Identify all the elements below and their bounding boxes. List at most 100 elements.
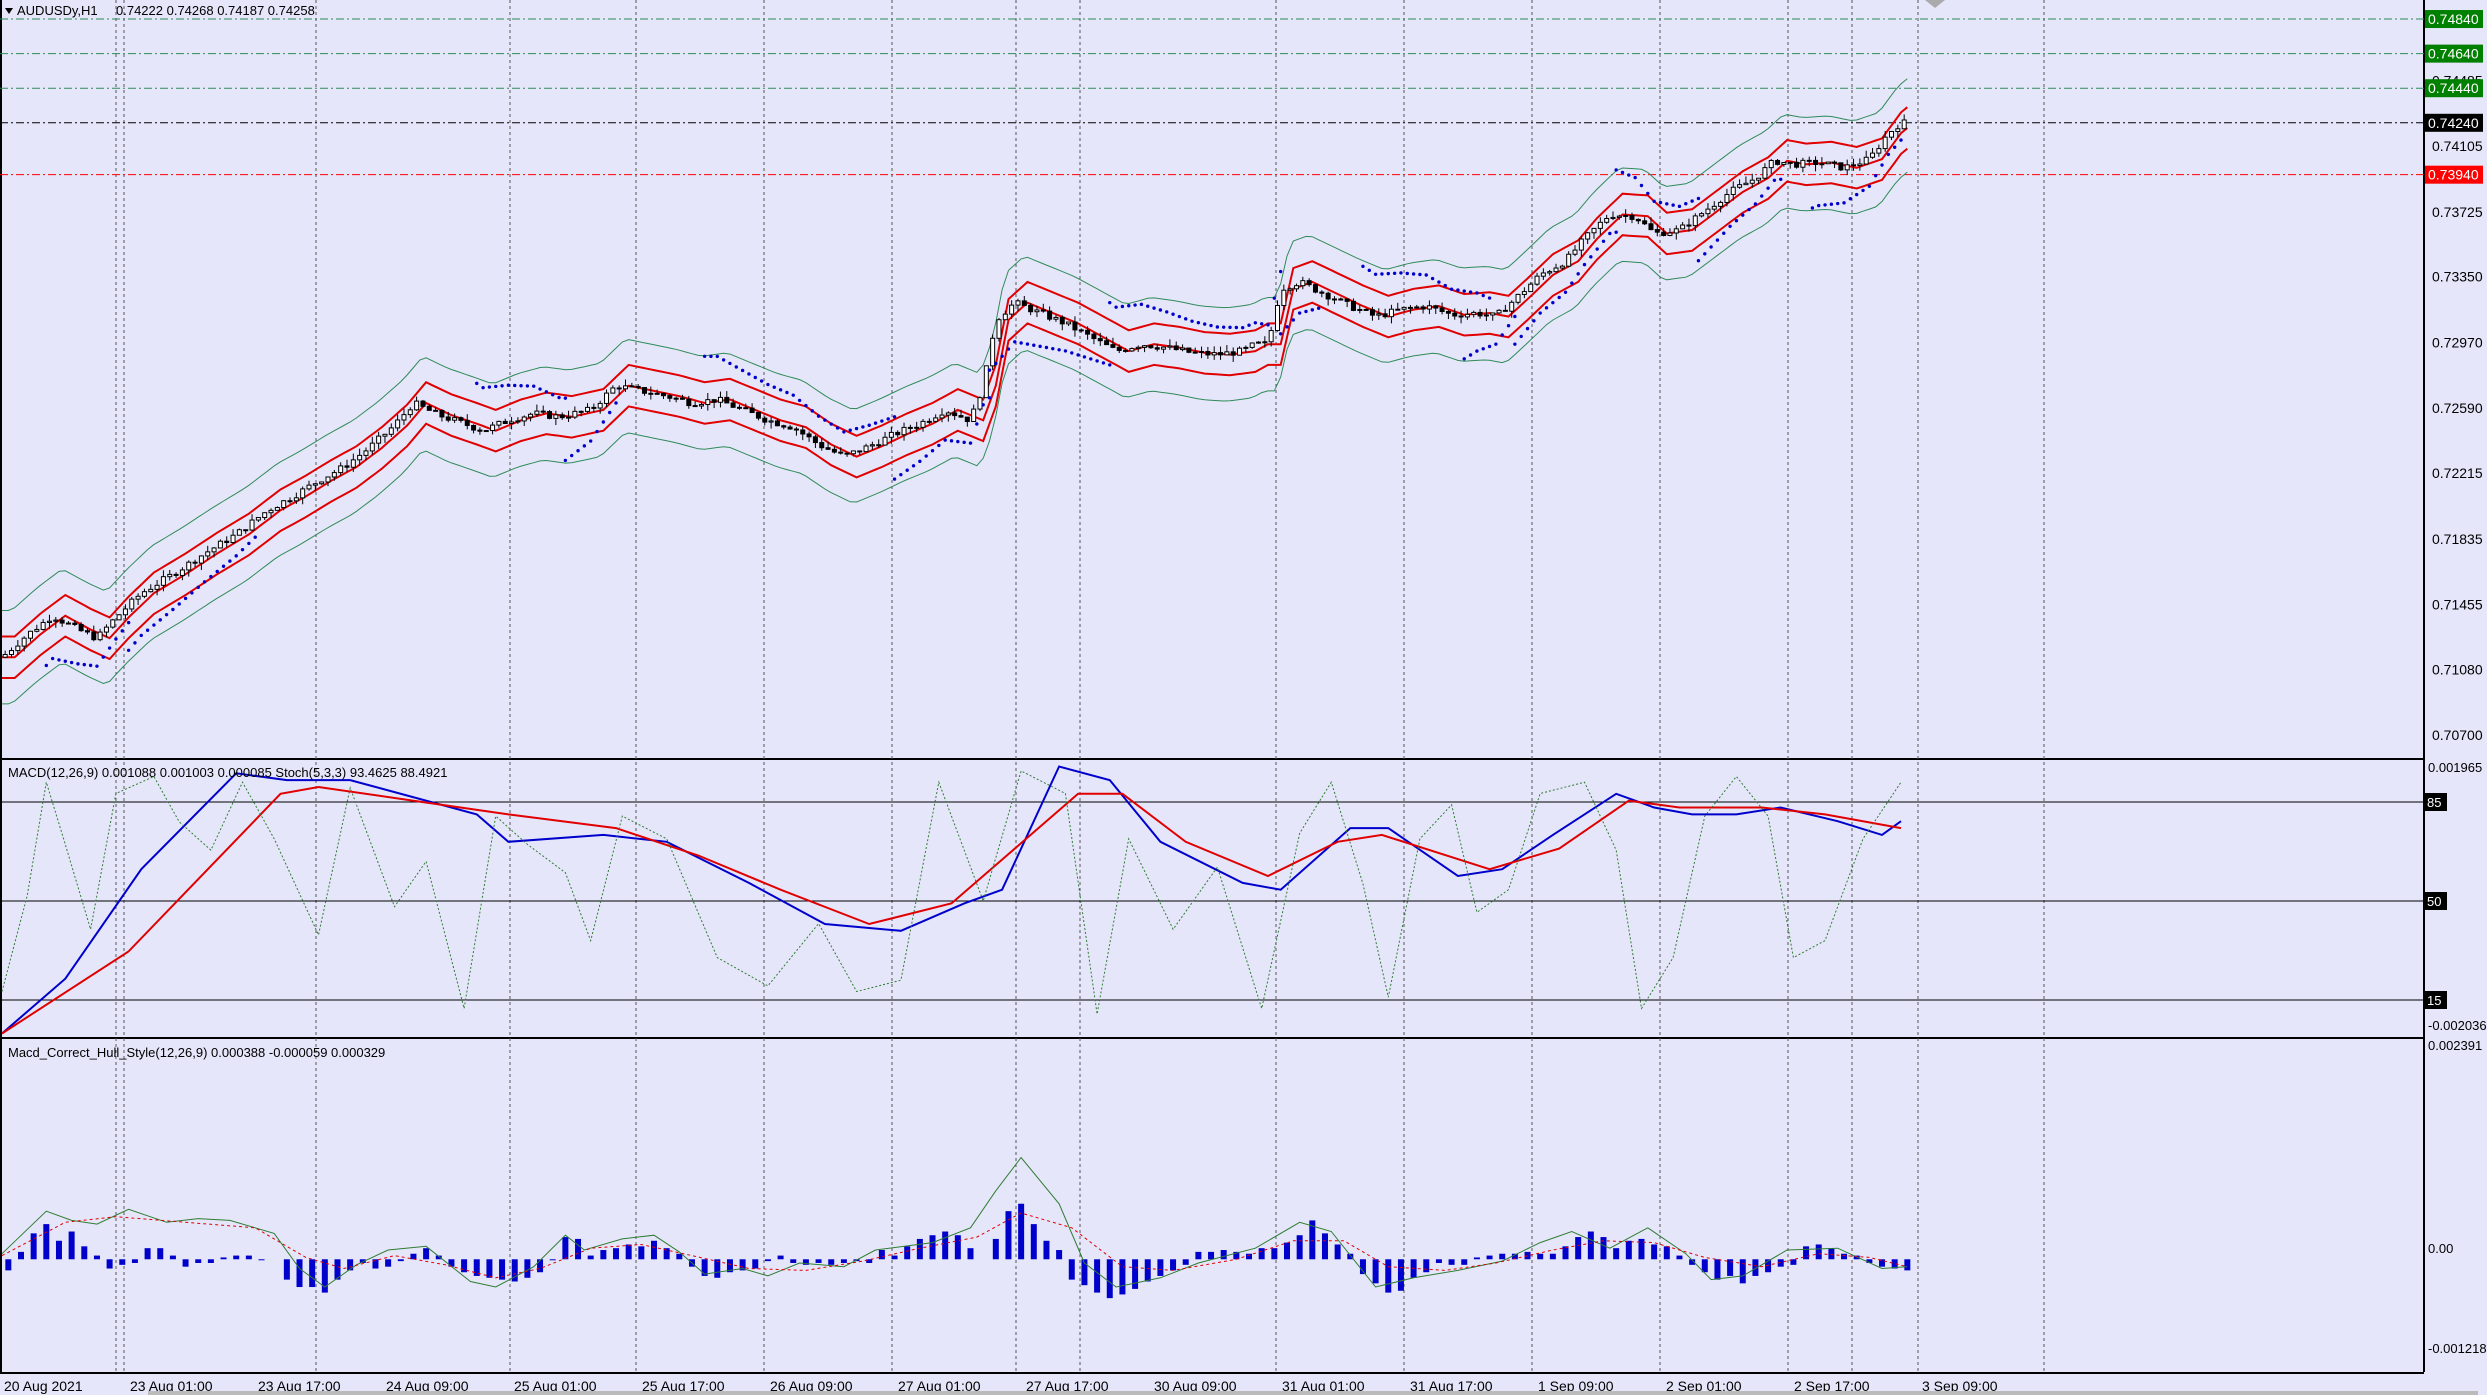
sar-dot xyxy=(1133,303,1137,307)
histogram-bar xyxy=(296,1259,303,1288)
histogram-bar xyxy=(537,1259,544,1273)
candle-body xyxy=(1116,346,1122,351)
candle-body xyxy=(376,435,382,444)
candle-body xyxy=(1692,215,1698,227)
sar-dot xyxy=(1481,293,1485,298)
sar-dot xyxy=(1392,271,1397,275)
sar-dot xyxy=(1582,262,1587,267)
candle-body xyxy=(198,555,204,564)
time-label: 20 Aug 2021 xyxy=(4,1378,83,1394)
candle-body xyxy=(559,414,565,419)
candle-body xyxy=(249,519,255,531)
histogram-bar xyxy=(1220,1250,1227,1260)
histogram-bar xyxy=(878,1250,885,1260)
histogram-bar xyxy=(1296,1235,1303,1260)
stoch-level-label: 15 xyxy=(2427,993,2441,1008)
price-level-label: 0.74440 xyxy=(2428,80,2479,96)
histogram-bar xyxy=(1815,1244,1822,1260)
macd-stoch-pane[interactable] xyxy=(0,765,2424,1035)
sar-dot xyxy=(1405,271,1409,276)
sar-dot xyxy=(911,464,916,468)
sar-dot xyxy=(1456,288,1460,292)
candle-body xyxy=(1319,291,1325,294)
hull-macd-pane[interactable] xyxy=(1,1156,1911,1299)
sar-dot xyxy=(506,383,511,387)
sar-dot xyxy=(1684,202,1688,206)
candle-body xyxy=(217,540,223,549)
candle-body xyxy=(1477,311,1483,317)
candle-body xyxy=(1566,253,1572,267)
candle-body xyxy=(1338,298,1344,301)
candle-body xyxy=(1395,308,1401,311)
candle-body xyxy=(585,406,591,412)
histogram-bar xyxy=(650,1240,657,1260)
candle-body xyxy=(401,414,407,421)
sar-dot xyxy=(1253,321,1258,325)
sar-dot xyxy=(1285,325,1289,329)
sar-dot xyxy=(1873,173,1878,178)
sar-dot xyxy=(1120,304,1125,309)
histogram-bar xyxy=(840,1259,847,1263)
sar-dot xyxy=(44,663,49,668)
candle-body xyxy=(439,409,445,418)
sar-dot xyxy=(1430,276,1435,281)
sar-dot xyxy=(538,387,542,391)
candle-body xyxy=(819,442,825,449)
candle-body xyxy=(597,402,603,409)
sar-dot xyxy=(177,602,181,606)
sar-dot xyxy=(614,401,618,405)
histogram-bar xyxy=(676,1253,683,1260)
candle-body xyxy=(274,507,280,511)
candle-body xyxy=(1851,164,1857,167)
histogram-bar xyxy=(207,1259,214,1263)
candle-body xyxy=(762,417,768,423)
histogram-bar xyxy=(1714,1259,1721,1280)
sar-dot xyxy=(1620,170,1625,175)
histogram-bar xyxy=(815,1259,822,1263)
trading-chart[interactable]: 20 Aug 2021 23 Aug 01:00 23 Aug 17:00 24 Au… xyxy=(0,0,2487,1395)
histogram-bar xyxy=(1258,1248,1265,1260)
sar-dot xyxy=(728,361,732,366)
sar-dot xyxy=(1772,178,1777,182)
candle-body xyxy=(1445,310,1451,314)
candle-body xyxy=(1648,223,1654,231)
sar-dot xyxy=(1044,345,1049,350)
sar-dot xyxy=(918,459,922,464)
candle-body xyxy=(1483,314,1489,317)
candle-body xyxy=(2,653,8,658)
sar-dot xyxy=(1639,183,1644,188)
histogram-bar xyxy=(1613,1248,1620,1260)
candle-body xyxy=(888,431,894,438)
sar-dot xyxy=(1513,314,1517,319)
histogram-bar xyxy=(967,1248,974,1260)
sar-dot xyxy=(196,585,200,590)
candle-body xyxy=(623,385,629,390)
sar-dot xyxy=(1734,219,1739,223)
sar-dot xyxy=(1146,304,1150,308)
price-pane[interactable] xyxy=(0,18,2424,705)
sar-dot xyxy=(1475,349,1479,353)
candle-body xyxy=(350,459,356,468)
sar-dot xyxy=(1399,271,1403,275)
candle-body xyxy=(1104,340,1110,346)
histogram-bar xyxy=(385,1259,392,1267)
horizontal-scrollbar[interactable] xyxy=(148,1391,2478,1395)
triangle-down-icon[interactable] xyxy=(5,8,13,14)
sar-dot xyxy=(164,612,169,617)
candle-body xyxy=(1610,216,1616,220)
sar-dot xyxy=(76,662,80,666)
candle-body xyxy=(1604,218,1610,223)
histogram-bar xyxy=(549,1259,556,1261)
sar-dot xyxy=(1601,239,1606,243)
candle-body xyxy=(635,385,641,389)
candle-body xyxy=(1129,348,1135,352)
histogram-bar xyxy=(233,1255,240,1260)
sar-dot xyxy=(715,354,719,359)
candle-body xyxy=(547,411,553,419)
envelope-upper-line xyxy=(2,106,1908,638)
sar-dot xyxy=(1089,357,1093,361)
candle-body xyxy=(781,425,787,428)
candle-body xyxy=(990,337,996,367)
candle-body xyxy=(8,650,14,655)
candle-body xyxy=(1110,344,1116,348)
